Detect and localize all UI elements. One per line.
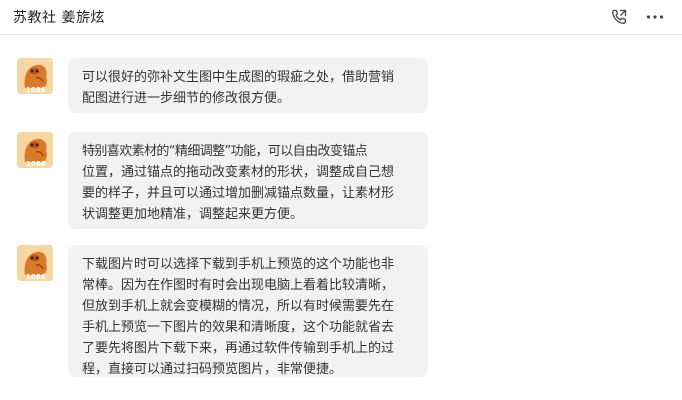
message-text-line: 了要先将图片下载下来，再通过软件传输到手机上的过 xyxy=(82,341,395,356)
message-bubble: 特别喜欢素材的“精细调整”功能，可以自由改变锚点 位置，通过锚点的拖动改变素材的… xyxy=(68,132,428,229)
message-text-line: 但放到手机上就会变模糊的情况，所以有时候需要先在 xyxy=(82,299,395,314)
chat-title: 苏教社 姜旂炫 xyxy=(13,10,105,26)
avatar-badge: 1086 xyxy=(26,86,46,94)
more-dots-icon[interactable] xyxy=(645,7,665,27)
message-text-line: 要的样子，并且可以通过增加删减锚点数量，让素材形 xyxy=(82,186,395,201)
phone-call-icon[interactable] xyxy=(609,7,629,27)
avatar[interactable]: 1086 xyxy=(17,132,53,168)
message-text-line: 状调整更加地精准，调整起来更方便。 xyxy=(82,207,304,222)
chat-header: 苏教社 姜旂炫 xyxy=(0,0,682,35)
avatar-badge: 1086 xyxy=(26,160,46,168)
message-text-line: 手机上预览一下图片的效果和清晰度，这个功能就省去 xyxy=(82,320,395,335)
avatar[interactable]: 1086 xyxy=(17,245,53,281)
message-text-line: 特别喜欢素材的“精细调整”功能，可以自由改变锚点 xyxy=(82,144,368,159)
avatar[interactable]: 1086 xyxy=(17,58,53,94)
message-text-line: 常棒。因为在作图时有时会出现电脑上看着比较清晰， xyxy=(82,278,395,293)
message-bubble: 下载图片时可以选择下载到手机上预览的这个功能也非 常棒。因为在作图时有时会出现电… xyxy=(68,245,428,377)
message-text-line: 程，直接可以通过扫码预览图片，非常便捷。 xyxy=(82,362,343,377)
message-text-line: 可以很好的弥补文生图中生成图的瑕疵之处，借助营销 xyxy=(82,70,395,85)
message-text-line: 配图进行进一步细节的修改很方便。 xyxy=(82,91,291,106)
message-text-line: 位置，通过锚点的拖动改变素材的形状，调整成自己想 xyxy=(82,165,395,180)
message-bubble: 可以很好的弥补文生图中生成图的瑕疵之处，借助营销 配图进行进一步细节的修改很方便… xyxy=(68,58,428,113)
message-text-line: 下载图片时可以选择下载到手机上预览的这个功能也非 xyxy=(82,257,395,272)
avatar-badge: 1086 xyxy=(26,273,46,281)
